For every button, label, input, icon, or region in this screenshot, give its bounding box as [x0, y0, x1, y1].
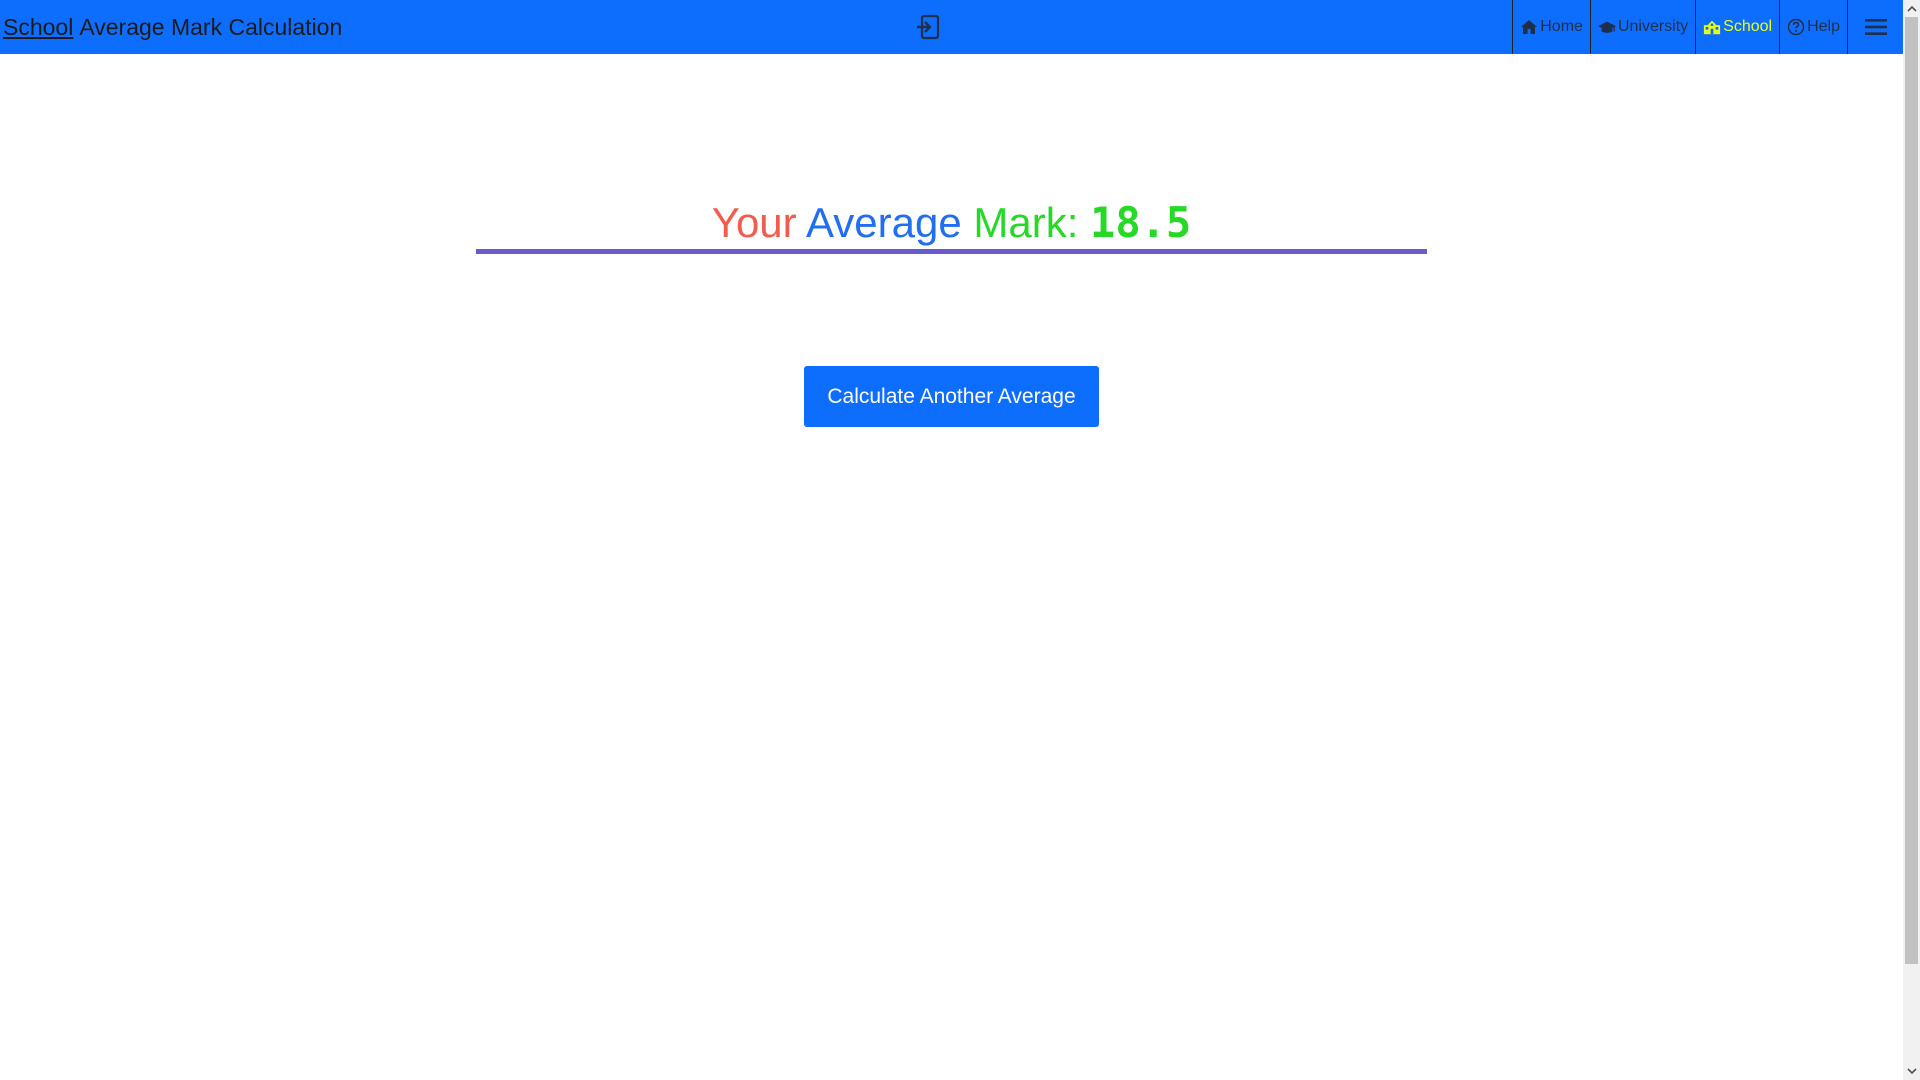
brand-school-link[interactable]: School: [3, 14, 73, 41]
sign-out-icon[interactable]: [915, 13, 941, 41]
graduation-cap-icon: [1597, 18, 1616, 36]
nav-home-label: Home: [1540, 18, 1583, 35]
scrollbar-thumb[interactable]: [1905, 17, 1918, 964]
heading-word-average: Average: [806, 199, 962, 246]
vertical-scrollbar[interactable]: [1903, 0, 1920, 1080]
home-icon: [1520, 18, 1538, 36]
average-mark-value: 18.5: [1090, 198, 1192, 247]
nav-help-label: Help: [1807, 18, 1840, 35]
nav-links: Home University School Help: [1512, 0, 1903, 54]
scroll-down-arrow-icon[interactable]: [1903, 1063, 1920, 1080]
nav-home[interactable]: Home: [1512, 0, 1590, 54]
question-circle-icon: [1787, 18, 1805, 36]
nav-school[interactable]: School: [1695, 0, 1779, 54]
brand: School Average Mark Calculation: [0, 0, 342, 54]
brand-title: Average Mark Calculation: [79, 13, 343, 40]
nav-university[interactable]: University: [1589, 0, 1695, 54]
top-navbar: School Average Mark Calculation Home Uni…: [0, 0, 1903, 54]
nav-school-label: School: [1723, 18, 1773, 35]
heading-underline: [476, 249, 1427, 254]
calculate-another-average-button[interactable]: Calculate Another Average: [804, 366, 1099, 427]
heading-word-your: Your: [711, 199, 797, 246]
scroll-up-arrow-icon[interactable]: [1903, 0, 1920, 17]
nav-help[interactable]: Help: [1779, 0, 1847, 54]
heading-word-mark: Mark:: [973, 199, 1079, 246]
average-mark-heading: Your Average Mark: 18.5: [476, 190, 1427, 256]
hamburger-menu-icon[interactable]: [1847, 0, 1903, 54]
page: School Average Mark Calculation Home Uni…: [0, 0, 1920, 1080]
nav-university-label: University: [1617, 18, 1689, 35]
school-icon: [1703, 18, 1721, 36]
